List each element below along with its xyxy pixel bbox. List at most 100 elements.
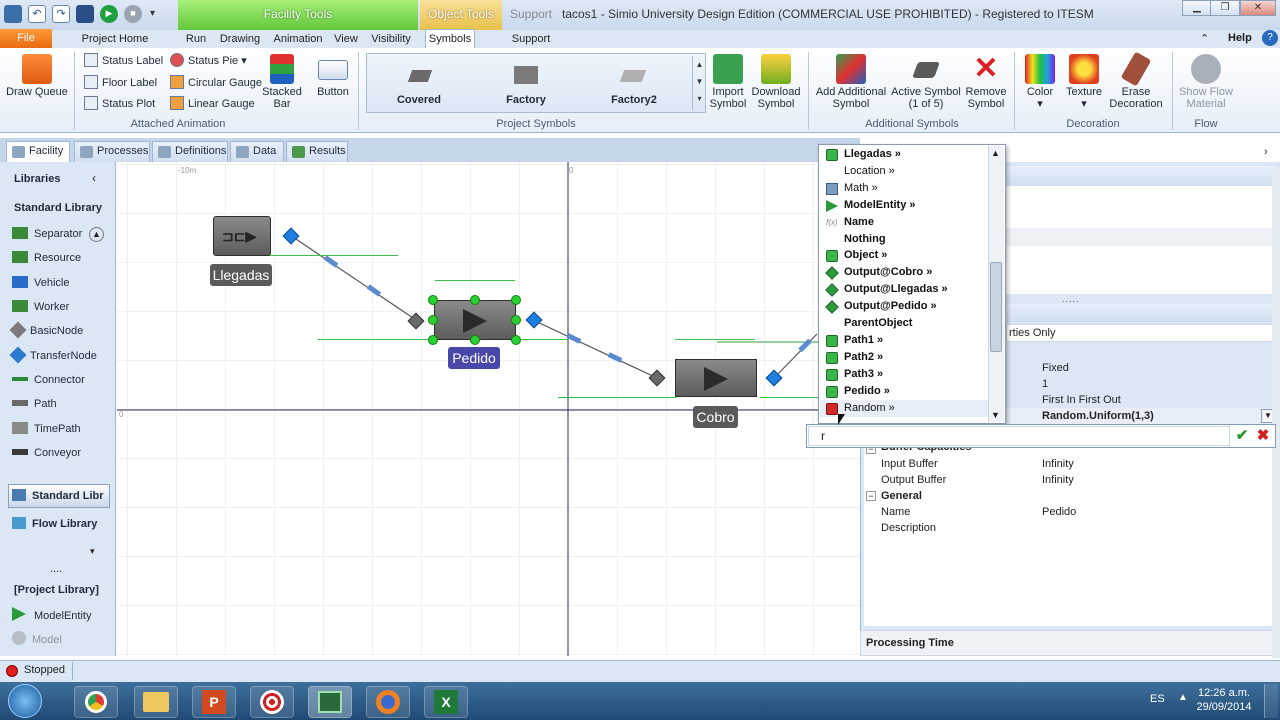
- stop-icon[interactable]: ■: [124, 5, 142, 23]
- tab-animation[interactable]: Animation: [270, 30, 326, 48]
- expression-input[interactable]: r: [808, 426, 1230, 446]
- selection-handle[interactable]: [428, 295, 438, 305]
- tab-symbols[interactable]: Symbols: [425, 29, 475, 48]
- library-item-timepath[interactable]: TimePath: [12, 419, 81, 439]
- property-value-ranking-rule[interactable]: First In First Out: [1042, 392, 1121, 408]
- run-icon[interactable]: ▶: [100, 5, 118, 23]
- chrome-taskbar-icon[interactable]: [74, 686, 118, 718]
- splitter-grip[interactable]: ....: [50, 563, 62, 575]
- scroll-up-icon[interactable]: ▲: [89, 227, 104, 242]
- dropdown-item[interactable]: Path2 »: [820, 349, 990, 366]
- app-icon[interactable]: [4, 5, 22, 23]
- help-icon[interactable]: ?: [1262, 30, 1278, 46]
- show-desktop-button[interactable]: [1264, 684, 1278, 718]
- tab-file[interactable]: File: [0, 29, 52, 48]
- import-symbol-button[interactable]: Import Symbol: [708, 54, 748, 110]
- object-label-cobro[interactable]: Cobro: [693, 406, 738, 428]
- redo-icon[interactable]: ↷: [52, 5, 70, 23]
- library-item-resource[interactable]: Resource: [12, 248, 81, 268]
- tab-support[interactable]: Support: [506, 30, 556, 48]
- library-item-worker[interactable]: Worker: [12, 297, 69, 317]
- firefox-taskbar-icon[interactable]: [366, 686, 410, 718]
- selection-handle[interactable]: [428, 315, 438, 325]
- selection-handle[interactable]: [511, 295, 521, 305]
- property-value-name[interactable]: Pedido: [1042, 504, 1076, 520]
- dropdown-item[interactable]: Pedido »: [820, 383, 990, 400]
- dropdown-item[interactable]: Location »: [820, 163, 990, 180]
- minimize-button[interactable]: ▁: [1182, 0, 1212, 16]
- dropdown-item[interactable]: Random »: [820, 400, 990, 417]
- library-item-separator[interactable]: Separator: [12, 224, 82, 244]
- draw-queue-button[interactable]: Draw Queue: [4, 54, 70, 98]
- property-value-processing-time[interactable]: Random.Uniform(1,3): [1042, 408, 1154, 424]
- selection-handle[interactable]: [428, 335, 438, 345]
- show-flow-material-button[interactable]: Show Flow Material: [1176, 54, 1236, 110]
- remove-symbol-button[interactable]: ✕ Remove Symbol: [964, 54, 1008, 111]
- dropdown-item[interactable]: Output@Llegadas »: [820, 281, 990, 298]
- library-item-conveyor[interactable]: Conveyor: [12, 443, 81, 463]
- status-label-button[interactable]: Status Label: [84, 52, 163, 70]
- dropdown-item[interactable]: ParentObject: [820, 315, 990, 332]
- object-pedido[interactable]: [434, 300, 516, 340]
- tab-facility[interactable]: Facility: [6, 141, 70, 162]
- powerpoint-taskbar-icon[interactable]: P: [192, 686, 236, 718]
- symbol-factory[interactable]: Factory: [476, 94, 576, 106]
- property-value-initial-capacity[interactable]: 1: [1042, 376, 1048, 392]
- dropdown-scroll-thumb[interactable]: [990, 262, 1002, 352]
- gallery-scroll[interactable]: ▲ ▼ ▾: [692, 56, 706, 110]
- selection-handle[interactable]: [511, 315, 521, 325]
- simio-taskbar-icon[interactable]: [308, 686, 352, 718]
- panel-expand-icon[interactable]: ›: [1264, 146, 1268, 158]
- button-button[interactable]: Button: [312, 54, 354, 98]
- library-tab-standard[interactable]: Standard Libr: [12, 486, 104, 506]
- cancel-x-icon[interactable]: ✖: [1254, 427, 1272, 445]
- tab-drawing[interactable]: Drawing: [216, 30, 264, 48]
- dropdown-item[interactable]: ModelEntity »: [820, 197, 990, 214]
- object-label-pedido[interactable]: Pedido: [448, 347, 500, 369]
- properties-scrollbar[interactable]: [1272, 168, 1280, 658]
- texture-button[interactable]: Texture ▾: [1062, 54, 1106, 110]
- active-symbol-button[interactable]: Active Symbol (1 of 5): [890, 54, 962, 110]
- target-app-taskbar-icon[interactable]: [250, 686, 294, 718]
- scroll-down-arrow-icon[interactable]: ▼: [991, 410, 1000, 420]
- property-value-input-buffer[interactable]: Infinity: [1042, 456, 1074, 472]
- dropdown-item[interactable]: Math »: [820, 180, 990, 197]
- selection-handle[interactable]: [511, 335, 521, 345]
- tab-data[interactable]: Data: [230, 141, 284, 162]
- tab-processes[interactable]: Processes: [74, 141, 150, 162]
- symbol-factory2[interactable]: Factory2: [584, 94, 684, 106]
- tab-results[interactable]: Results: [286, 141, 348, 162]
- dropdown-item[interactable]: Nothing: [820, 231, 990, 248]
- library-item-path[interactable]: Path: [12, 394, 57, 414]
- color-button[interactable]: Color ▾: [1020, 54, 1060, 110]
- scroll-up-arrow-icon[interactable]: ▲: [991, 148, 1000, 158]
- context-tab-support[interactable]: Support: [504, 0, 558, 30]
- dropdown-item[interactable]: f(x) Name: [820, 214, 990, 231]
- maximize-button[interactable]: ❐: [1210, 0, 1240, 16]
- erase-decoration-button[interactable]: Erase Decoration: [1108, 51, 1164, 110]
- library-item-modelentity[interactable]: ModelEntity: [12, 606, 91, 626]
- tab-view[interactable]: View: [330, 30, 362, 48]
- object-llegadas[interactable]: ⊐⊏▶: [213, 216, 271, 256]
- help-button[interactable]: Help: [1228, 32, 1252, 44]
- collapse-general-icon[interactable]: −: [866, 491, 876, 501]
- property-value-output-buffer[interactable]: Infinity: [1042, 472, 1074, 488]
- quick-access-menu-icon[interactable]: ▾: [150, 8, 155, 19]
- selection-handle[interactable]: [470, 295, 480, 305]
- dropdown-item[interactable]: Path1 »: [820, 332, 990, 349]
- dropdown-item[interactable]: Llegadas »: [820, 146, 990, 163]
- library-tab-flow[interactable]: Flow Library: [12, 514, 97, 534]
- clock[interactable]: 12:26 a.m. 29/09/2014: [1192, 686, 1256, 714]
- properties-filter-text[interactable]: rties Only: [1006, 324, 1276, 342]
- context-tab-object-tools[interactable]: Object Tools: [420, 0, 502, 30]
- library-item-connector[interactable]: Connector: [12, 370, 85, 390]
- tray-arrow-icon[interactable]: ▲: [1178, 692, 1188, 703]
- object-cobro[interactable]: [675, 359, 757, 397]
- library-item-transfernode[interactable]: TransferNode: [9, 346, 97, 366]
- status-pie-button[interactable]: Status Pie ▾: [170, 52, 247, 70]
- tab-project-home[interactable]: Project Home: [78, 30, 152, 48]
- tab-run[interactable]: Run: [180, 30, 212, 48]
- library-item-vehicle[interactable]: Vehicle: [12, 273, 69, 293]
- status-plot-button[interactable]: Status Plot: [84, 95, 155, 113]
- close-button[interactable]: ✕: [1240, 0, 1276, 16]
